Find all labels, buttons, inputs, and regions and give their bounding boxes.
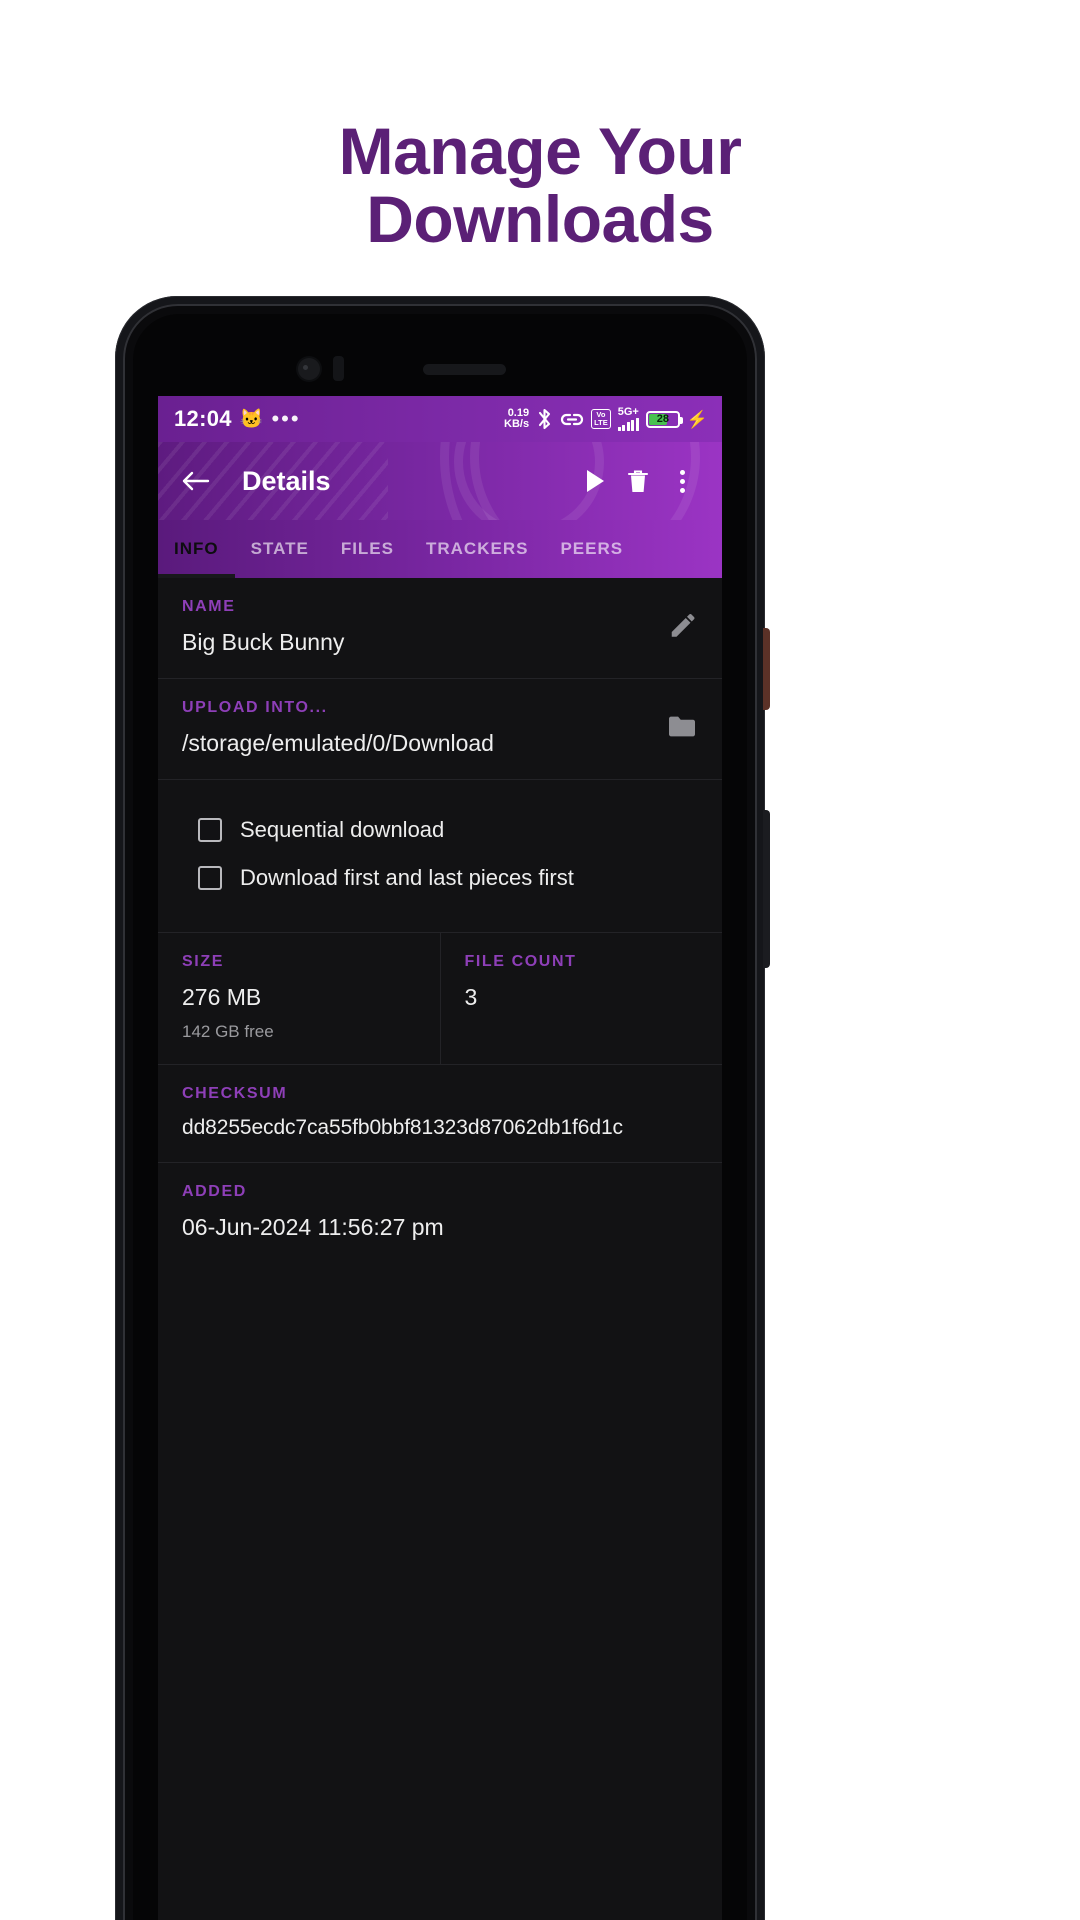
sequential-download-label: Sequential download — [240, 817, 445, 842]
size-cell: SIZE 276 MB 142 GB free — [158, 933, 441, 1064]
upload-into-label: UPLOAD INTO... — [182, 699, 328, 716]
trash-icon[interactable] — [616, 459, 660, 503]
tab-files[interactable]: FILES — [325, 520, 410, 578]
checkbox-box[interactable] — [198, 818, 222, 842]
volume-button[interactable] — [763, 810, 770, 968]
tab-info[interactable]: INFO — [158, 520, 235, 578]
size-filecount-row: SIZE 276 MB 142 GB free FILE COUNT 3 — [158, 933, 722, 1065]
phone-bezel: 12:04 🐱 ••• 0.19 KB/s Vo LTE 5G+ 28 ⚡ De… — [133, 314, 747, 1920]
cat-face-icon: 🐱 — [239, 408, 264, 430]
name-label: NAME — [182, 598, 236, 615]
earpiece-speaker — [423, 364, 506, 375]
tab-state[interactable]: STATE — [235, 520, 325, 578]
checkbox-box[interactable] — [198, 866, 222, 890]
bluetooth-icon — [539, 408, 551, 430]
volte-bottom: LTE — [594, 418, 608, 427]
link-icon — [561, 413, 584, 426]
size-label: SIZE — [182, 953, 224, 970]
network-speed-indicator: 0.19 KB/s — [504, 408, 529, 430]
proximity-sensor-icon — [333, 356, 344, 381]
upload-into-value: /storage/emulated/0/Download — [182, 730, 494, 756]
headline-line-1: Manage Your — [338, 114, 742, 188]
download-options: Sequential download Download first and l… — [158, 780, 722, 933]
sequential-download-checkbox[interactable]: Sequential download — [182, 806, 698, 854]
checksum-label: CHECKSUM — [182, 1085, 288, 1102]
charging-bolt-icon: ⚡ — [686, 409, 708, 429]
network-speed-unit: KB/s — [504, 418, 530, 430]
headline-line-2: Downloads — [366, 181, 714, 256]
app-bar-title: Details — [242, 465, 331, 496]
checksum-row[interactable]: CHECKSUM dd8255ecdc7ca55fb0bbf81323d8706… — [158, 1065, 722, 1163]
battery-percent-label: 28 — [656, 413, 669, 425]
status-clock: 12:04 — [174, 406, 232, 431]
battery-icon: 28 — [645, 410, 683, 428]
pencil-icon[interactable] — [668, 611, 698, 646]
phone-screen: 12:04 🐱 ••• 0.19 KB/s Vo LTE 5G+ 28 ⚡ De… — [158, 396, 722, 1920]
tab-trackers[interactable]: TRACKERS — [410, 520, 544, 578]
file-count-cell: FILE COUNT 3 — [441, 933, 723, 1064]
file-count-value: 3 — [464, 984, 478, 1010]
folder-icon[interactable] — [666, 714, 698, 745]
more-vertical-icon[interactable] — [660, 459, 704, 503]
back-arrow-icon[interactable] — [176, 461, 216, 501]
status-bar-left: 12:04 🐱 ••• — [174, 406, 301, 432]
name-row[interactable]: NAME Big Buck Bunny — [158, 578, 722, 679]
name-value: Big Buck Bunny — [182, 629, 345, 655]
play-icon[interactable] — [572, 459, 616, 503]
notification-overflow-icon: ••• — [271, 406, 301, 432]
first-last-pieces-checkbox[interactable]: Download first and last pieces first — [182, 854, 698, 902]
signal-bars-icon — [617, 418, 639, 431]
marketing-screenshot: Manage Your Downloads 12:04 🐱 ••• 0.19 K… — [0, 0, 1080, 1920]
file-count-label: FILE COUNT — [464, 953, 577, 970]
added-value: 06-Jun-2024 11:56:27 pm — [182, 1214, 444, 1240]
network-type-label: 5G+ — [617, 406, 639, 418]
page-title: Manage Your Downloads — [0, 117, 1080, 256]
added-row: ADDED 06-Jun-2024 11:56:27 pm — [158, 1163, 722, 1263]
volte-icon: Vo LTE — [591, 409, 611, 429]
front-camera-icon — [298, 358, 320, 380]
added-label: ADDED — [182, 1183, 247, 1200]
size-value: 276 MB — [182, 984, 262, 1010]
first-last-pieces-label: Download first and last pieces first — [240, 865, 574, 890]
status-bar-right: 0.19 KB/s Vo LTE 5G+ 28 ⚡ — [504, 407, 708, 431]
free-space-value: 142 GB free — [182, 1022, 274, 1041]
signal-indicator: 5G+ — [618, 407, 639, 431]
app-bar: Details — [158, 442, 722, 520]
power-button[interactable] — [763, 628, 770, 710]
info-tab-content: NAME Big Buck Bunny UPLOAD INTO... /stor — [158, 578, 722, 1263]
upload-into-row[interactable]: UPLOAD INTO... /storage/emulated/0/Downl… — [158, 679, 722, 780]
phone-mockup: 12:04 🐱 ••• 0.19 KB/s Vo LTE 5G+ 28 ⚡ De… — [115, 296, 770, 1920]
tab-bar: INFO STATE FILES TRACKERS PEERS — [158, 520, 722, 578]
checksum-value: dd8255ecdc7ca55fb0bbf81323d87062db1f6d1c — [182, 1116, 623, 1139]
status-bar: 12:04 🐱 ••• 0.19 KB/s Vo LTE 5G+ 28 ⚡ — [158, 396, 722, 442]
tab-peers[interactable]: PEERS — [544, 520, 639, 578]
